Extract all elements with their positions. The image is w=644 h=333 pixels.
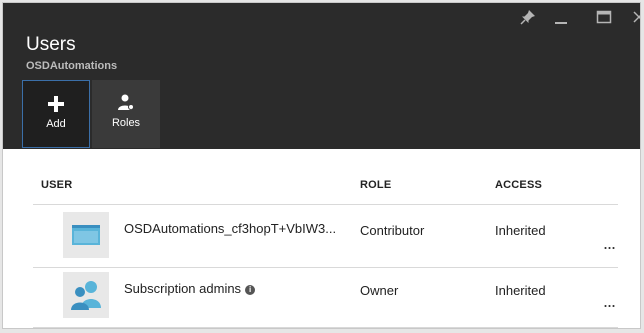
more-options-icon[interactable]: ... xyxy=(603,291,616,312)
close-icon[interactable] xyxy=(630,8,640,26)
user-group-icon xyxy=(63,272,109,318)
application-icon xyxy=(63,212,109,258)
row-divider xyxy=(33,327,618,328)
column-header-role[interactable]: ROLE xyxy=(360,179,391,191)
table-row[interactable]: Subscription admins i Owner Inherited ... xyxy=(33,267,623,327)
pin-icon[interactable] xyxy=(519,8,537,26)
maximize-icon[interactable] xyxy=(595,8,613,26)
more-options-icon[interactable]: ... xyxy=(603,233,616,254)
roles-button[interactable]: Roles xyxy=(92,80,160,148)
column-header-user[interactable]: USER xyxy=(41,179,72,191)
page-subtitle: OSDAutomations xyxy=(26,60,118,72)
user-name: OSDAutomations_cf3hopT+VbIW3... xyxy=(124,221,337,236)
column-header-access[interactable]: ACCESS xyxy=(495,179,542,191)
roles-button-label: Roles xyxy=(111,117,141,129)
roles-icon xyxy=(92,93,160,113)
user-role: Owner xyxy=(360,283,399,298)
add-button-label: Add xyxy=(46,118,66,130)
user-name-text: Subscription admins xyxy=(124,281,242,296)
users-blade: Users OSDAutomations Add Roles USER ROLE… xyxy=(2,2,641,329)
minimize-icon[interactable] xyxy=(552,8,570,26)
user-access: Inherited xyxy=(495,223,546,238)
plus-icon xyxy=(23,94,89,114)
blade-header: Users OSDAutomations Add Roles xyxy=(3,3,640,149)
add-button[interactable]: Add xyxy=(22,80,90,148)
user-role: Contributor xyxy=(360,223,425,238)
header-divider xyxy=(33,204,618,205)
table-row[interactable]: OSDAutomations_cf3hopT+VbIW3... Contribu… xyxy=(33,207,623,267)
user-name: Subscription admins i xyxy=(124,281,256,296)
page-title: Users xyxy=(26,34,76,55)
user-access: Inherited xyxy=(495,283,546,298)
info-icon[interactable]: i xyxy=(245,285,256,295)
